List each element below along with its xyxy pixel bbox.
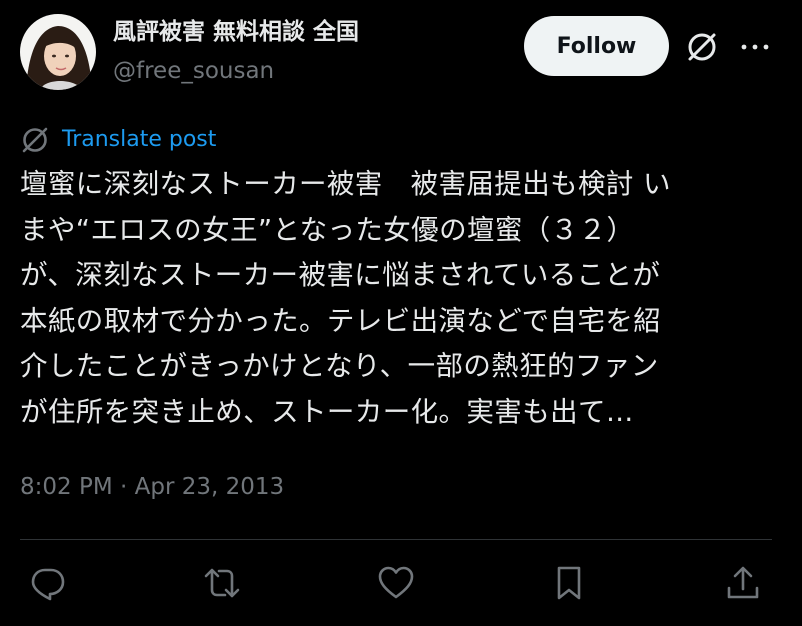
- bookmark-button[interactable]: [549, 563, 589, 603]
- like-icon: [378, 566, 414, 599]
- share-button[interactable]: [723, 563, 763, 603]
- translate-icon: [22, 127, 48, 153]
- share-icon: [727, 566, 759, 599]
- post-text-line: まや“エロスの女王”となった女優の壇蜜（３２）: [20, 213, 635, 246]
- grok-icon[interactable]: [685, 30, 719, 64]
- post-text: 壇蜜に深刻なストーカー被害 被害届提出も検討 い まや“エロスの女王”となった女…: [20, 162, 765, 435]
- reply-button[interactable]: [28, 563, 68, 603]
- translate-row[interactable]: Translate post: [20, 124, 216, 156]
- avatar-image: [20, 14, 96, 90]
- translate-post-link[interactable]: Translate post: [62, 124, 216, 156]
- avatar[interactable]: [20, 14, 96, 90]
- post-text-line: が、深刻なストーカー被害に悩まされていることが: [20, 259, 661, 291]
- post-timestamp[interactable]: 8:02 PM · Apr 23, 2013: [20, 470, 284, 504]
- post-card: 風評被害 無料相談 全国 @free_sousan Follow Transla…: [0, 0, 802, 626]
- display-name[interactable]: 風評被害 無料相談 全国: [113, 16, 359, 48]
- post-text-line: 本紙の取材で分かった。テレビ出演などで自宅を紹: [20, 304, 662, 337]
- bookmark-icon: [557, 566, 581, 600]
- reply-icon: [31, 568, 65, 601]
- follow-button[interactable]: Follow: [524, 16, 669, 76]
- post-text-line: 介したことがきっかけとなり、一部の熱狂的ファン: [20, 350, 659, 382]
- like-button[interactable]: [376, 563, 416, 603]
- post-text-line: 壇蜜に深刻なストーカー被害 被害届提出も検討 い: [20, 168, 671, 200]
- more-icon[interactable]: [738, 34, 772, 60]
- user-handle[interactable]: @free_sousan: [113, 55, 274, 87]
- repost-icon: [204, 568, 240, 598]
- repost-button[interactable]: [202, 563, 242, 603]
- divider: [20, 539, 772, 540]
- post-text-line: が住所を突き止め、ストーカー化。実害も出て…: [20, 395, 634, 428]
